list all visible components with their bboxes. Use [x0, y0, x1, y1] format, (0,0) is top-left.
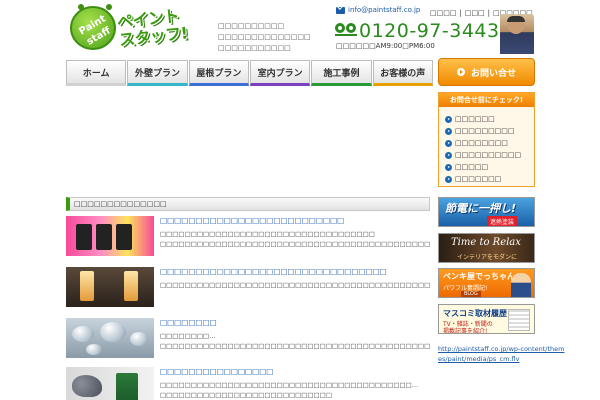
- post-thumbnail[interactable]: [66, 216, 154, 256]
- water-drop-icon: [130, 332, 148, 346]
- checklist-link[interactable]: □□□□□: [445, 161, 529, 173]
- header-link-separator: |: [459, 9, 462, 17]
- header-link-separator: |: [487, 9, 491, 17]
- tagline-line: □□□□□□□□□□: [218, 22, 285, 30]
- water-drop-icon: [100, 322, 126, 342]
- section-title: □□□□□□□□□□□□□□: [66, 197, 430, 211]
- post-excerpt: □□□□□□□□□□□□□□□□□□□□□□□□□□□□□□□□□□□□□□□□…: [160, 381, 419, 399]
- arrow-circle-icon: [445, 115, 452, 123]
- email-contact[interactable]: info@paintstaff.co.jp: [336, 6, 420, 14]
- water-drop-icon: [72, 326, 94, 342]
- site-logo[interactable]: Paint staff ペイント スタッフ!: [70, 4, 200, 50]
- freedial-bar: [335, 34, 357, 36]
- logo-antenna-left: [78, 4, 84, 10]
- checklist-link-label: □□□□□□□□: [455, 139, 508, 147]
- banner-subtitle: インテリアをモダンに: [457, 254, 518, 261]
- freedial-icon: [335, 22, 357, 36]
- post-title[interactable]: □□□□□□□□□□□□□□□□: [160, 367, 273, 376]
- post-thumbnail[interactable]: [66, 367, 154, 400]
- post-item: □□□□□□□□ □□□□□□□□…□□□□□□□□□□□□□□□□□□□□□□…: [66, 318, 432, 364]
- post-thumbnail[interactable]: [66, 318, 154, 358]
- post-excerpt: □□□□□□□□□□□□□□□□□□□□□□□□□□□□□□□□□□□□□□□□…: [160, 281, 430, 289]
- banner-title: ペンキ屋でっちゃん: [443, 272, 515, 281]
- logo-antenna-right: [106, 4, 112, 10]
- checklist-link-label: □□□□□□: [455, 115, 495, 123]
- product-can-icon: [116, 224, 132, 250]
- post-item: □□□□□□□□□□□□□□□□ □□□□□□□□□□□□□□□□□□□□□□□…: [66, 367, 432, 400]
- site-tagline: □□□□□□□□□□ □□□□□□□□□□□□□□ □□□□□□□□□□□: [218, 21, 311, 54]
- email-address[interactable]: info@paintstaff.co.jp: [348, 6, 420, 14]
- arrow-circle-icon: [445, 175, 452, 183]
- nav-item-home[interactable]: ホーム: [66, 60, 127, 86]
- video-file-link[interactable]: http://paintstaff.co.jp/wp-content/theme…: [438, 344, 568, 364]
- checklist-link-label: □□□□□: [455, 163, 489, 171]
- checklist-link-label: □□□□□□□□□□: [455, 151, 522, 159]
- banner-subtitle: 遮熱塗装: [487, 216, 518, 226]
- checklist-link[interactable]: □□□□□□□□□: [445, 125, 529, 137]
- nav-item-exterior-plan[interactable]: 外壁プラン: [127, 60, 188, 86]
- blog-banner[interactable]: ペンキ屋でっちゃん パワフル奮闘記! BLOG: [438, 268, 535, 298]
- logo-badge: Paint staff: [70, 4, 116, 50]
- freedial-ring-right: [346, 23, 356, 33]
- post-excerpt: □□□□□□□□□□□□□□□□□□□□□□□□□□□□□□□□□□□ □□□□…: [160, 230, 430, 248]
- painter-figure-icon: [511, 273, 531, 297]
- product-can-icon: [116, 373, 138, 400]
- mail-icon: [336, 6, 345, 14]
- business-hours: □□□□□□AM9:00□PM6:00: [336, 42, 435, 50]
- banner-subtitle: TV・雑誌・新聞の 掲載記事を紹介!: [443, 321, 493, 334]
- checklist-link[interactable]: □□□□□□□□□□: [445, 149, 529, 161]
- checklist-title: お問合せ前にチェック!: [439, 93, 534, 107]
- checklist-link[interactable]: □□□□□□□□: [445, 137, 529, 149]
- checklist-link[interactable]: □□□□□□□: [445, 173, 529, 185]
- water-drop-icon: [86, 344, 102, 355]
- product-can-icon: [76, 224, 92, 250]
- post-title[interactable]: □□□□□□□□□□□□□□□□□□□□□□□□□□□□□□□□: [160, 267, 387, 276]
- global-nav: ホーム 外壁プラン 屋根プラン 室内プラン 施工事例 お客様の声: [66, 60, 433, 86]
- checklist-link-label: □□□□□□□: [455, 175, 502, 183]
- phone-number[interactable]: 0120-97-3443: [359, 20, 500, 42]
- header-link[interactable]: □□□□: [430, 9, 456, 17]
- newspaper-icon: [508, 309, 530, 331]
- pigeon-icon: [72, 375, 102, 397]
- checklist-link-label: □□□□□□□□□: [455, 127, 515, 135]
- arrow-circle-icon: [445, 163, 452, 171]
- lamp-icon: [124, 271, 138, 301]
- post-title[interactable]: □□□□□□□□: [160, 318, 217, 327]
- nav-item-interior-plan[interactable]: 室内プラン: [249, 60, 311, 86]
- nav-item-works[interactable]: 施工事例: [311, 60, 372, 86]
- post-item: □□□□□□□□□□□□□□□□□□□□□□□□□□□□□□□□ □□□□□□□…: [66, 267, 432, 313]
- nav-item-roof-plan[interactable]: 屋根プラン: [188, 60, 249, 86]
- tagline-line: □□□□□□□□□□□: [218, 44, 291, 52]
- banner-title: 節電に一押し!: [445, 202, 517, 215]
- arrow-circle-icon: [445, 127, 452, 135]
- checklist-link[interactable]: □□□□□□: [445, 113, 529, 125]
- staff-photo: [500, 14, 534, 54]
- tagline-line: □□□□□□□□□□□□□□: [218, 33, 311, 41]
- arrow-circle-icon: [445, 151, 452, 159]
- contact-button[interactable]: お問い合せ: [438, 58, 535, 86]
- nav-item-customer-voice[interactable]: お客様の声: [372, 60, 433, 86]
- interior-relax-banner[interactable]: Time to Relax インテリアをモダンに: [438, 233, 535, 263]
- banner-title: Time to Relax: [451, 237, 521, 248]
- product-can-icon: [96, 224, 112, 250]
- heat-shield-banner[interactable]: 節電に一押し! 遮熱塗装: [438, 197, 535, 227]
- blog-badge: BLOG: [461, 291, 481, 297]
- lamp-icon: [80, 271, 94, 301]
- arrow-circle-icon: [445, 139, 452, 147]
- pre-inquiry-checklist: お問合せ前にチェック! □□□□□□ □□□□□□□□□ □□□□□□□□ □□…: [438, 92, 535, 187]
- post-item: □□□□□□□□□□□□□□□□□□□□□□□□□□ □□□□□□□□□□□□□…: [66, 216, 432, 262]
- post-excerpt: □□□□□□□□…□□□□□□□□□□□□□□□□□□□□□□□□□□□□□□□…: [160, 332, 430, 350]
- post-thumbnail[interactable]: [66, 267, 154, 307]
- banner-title: マスコミ取材履歴: [443, 309, 507, 318]
- header-link[interactable]: □□□: [465, 9, 485, 17]
- arrow-icon: [456, 68, 465, 76]
- contact-button-label: お問い合せ: [470, 68, 516, 79]
- media-coverage-banner[interactable]: マスコミ取材履歴 TV・雑誌・新聞の 掲載記事を紹介!: [438, 304, 535, 334]
- freedial-ring-left: [335, 23, 345, 33]
- post-title[interactable]: □□□□□□□□□□□□□□□□□□□□□□□□□□: [160, 216, 344, 225]
- logo-wordmark: ペイント スタッフ!: [116, 6, 189, 50]
- checklist-items: □□□□□□ □□□□□□□□□ □□□□□□□□ □□□□□□□□□□ □□□…: [439, 107, 534, 185]
